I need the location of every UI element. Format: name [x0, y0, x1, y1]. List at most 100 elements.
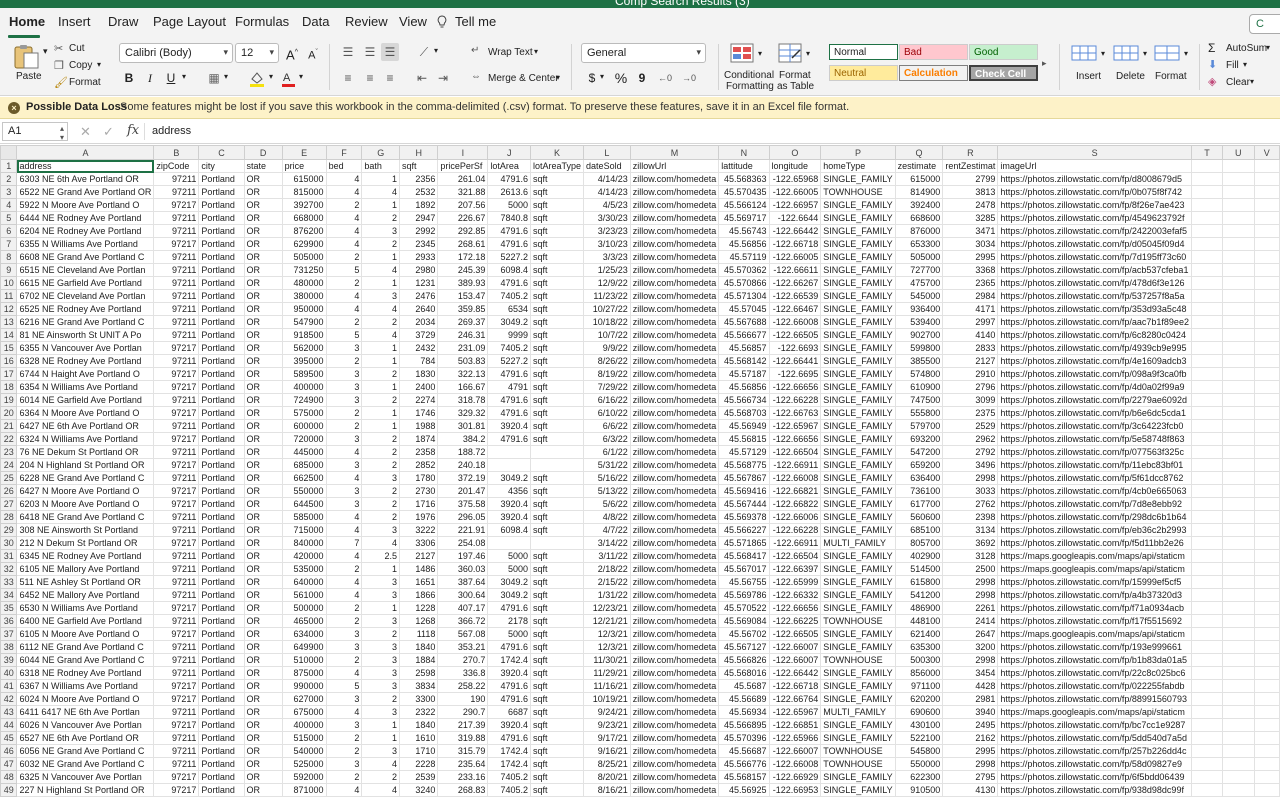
grid-cell[interactable]: 420000 — [281, 549, 327, 563]
grid-cell[interactable]: SINGLE_FAMILY — [820, 692, 896, 706]
grid-cell[interactable]: 620200 — [894, 692, 944, 706]
grid-cell[interactable] — [1221, 510, 1255, 524]
grid-cell[interactable] — [1253, 419, 1280, 433]
row-header[interactable]: 36 — [0, 614, 18, 628]
grid-cell[interactable]: 380000 — [281, 289, 327, 303]
grid-cell[interactable]: Portland — [198, 393, 245, 407]
grid-cell[interactable]: sqft — [530, 497, 585, 511]
grid-cell[interactable] — [1253, 653, 1280, 667]
fill-color-icon[interactable] — [248, 70, 268, 88]
grid-cell[interactable]: 97211 — [153, 224, 200, 238]
grid-cell[interactable]: sqft — [530, 250, 585, 264]
grid-cell[interactable]: 525000 — [281, 757, 327, 771]
grid-cell[interactable] — [1253, 484, 1280, 498]
grid-cell[interactable]: OR — [243, 692, 283, 706]
grid-cell[interactable]: 2432 — [398, 341, 439, 355]
grid-cell[interactable]: -122.66467 — [768, 302, 822, 316]
grid-cell[interactable]: 97211 — [153, 640, 200, 654]
grid-cell[interactable]: zillow.com/homedeta — [629, 666, 720, 680]
header-cell[interactable]: city — [198, 159, 245, 173]
grid-cell[interactable]: 8/26/22 — [583, 354, 631, 368]
grid-cell[interactable]: 4791.6 — [487, 406, 532, 420]
conditional-formatting-caret[interactable]: ▾ — [758, 49, 762, 58]
grid-cell[interactable]: Portland — [198, 198, 245, 212]
grid-cell[interactable]: 2933 — [398, 250, 439, 264]
grid-cell[interactable]: https://photos.zillowstatic.com/fp/5e587… — [997, 432, 1192, 446]
grid-cell[interactable] — [1221, 380, 1255, 394]
grid-cell[interactable]: 2 — [325, 653, 363, 667]
grid-cell[interactable] — [1253, 380, 1280, 394]
grid-cell[interactable]: https://photos.zillowstatic.com/fp/4d0a0… — [997, 380, 1192, 394]
grid-cell[interactable]: -122.66911 — [768, 536, 822, 550]
grid-cell[interactable]: 97211 — [153, 705, 200, 719]
grid-cell[interactable]: Portland — [198, 601, 245, 615]
grid-cell[interactable]: MULTI_FAMILY — [820, 536, 896, 550]
grid-cell[interactable]: 3 — [361, 666, 400, 680]
grid-cell[interactable]: Portland — [198, 419, 245, 433]
format-cells-button[interactable]: Format — [1155, 71, 1187, 82]
grid-cell[interactable]: OR — [243, 562, 283, 576]
grid-cell[interactable]: 876000 — [894, 224, 944, 238]
grid-cell[interactable]: 4 — [325, 289, 363, 303]
grid-cell[interactable]: 45.570362 — [718, 263, 770, 277]
grid-cell[interactable]: OR — [243, 224, 283, 238]
grid-cell[interactable]: https://photos.zillowstatic.com/fp/4939c… — [997, 341, 1192, 355]
grid-cell[interactable]: 45.566124 — [718, 198, 770, 212]
grid-cell[interactable]: sqft — [530, 198, 585, 212]
grid-cell[interactable] — [1221, 237, 1255, 251]
grid-cell[interactable]: 5227.2 — [487, 250, 532, 264]
grid-cell[interactable] — [1221, 458, 1255, 472]
grid-cell[interactable]: 2529 — [942, 419, 999, 433]
grid-cell[interactable]: 97217 — [153, 341, 200, 355]
grid-cell[interactable] — [1221, 536, 1255, 550]
grid-cell[interactable]: 640000 — [281, 575, 327, 589]
grid-cell[interactable]: 2792 — [942, 445, 999, 459]
grid-cell[interactable] — [1190, 237, 1223, 251]
grid-cell[interactable]: 644500 — [281, 497, 327, 511]
grid-cell[interactable]: 5/31/22 — [583, 458, 631, 472]
grid-cell[interactable]: 720000 — [281, 432, 327, 446]
grid-cell[interactable]: SINGLE_FAMILY — [820, 601, 896, 615]
grid-cell[interactable]: 45.567444 — [718, 497, 770, 511]
format-as-table-icon[interactable] — [778, 43, 804, 65]
merge-center-caret[interactable]: ▾ — [556, 73, 560, 82]
grid-cell[interactable]: OR — [243, 367, 283, 381]
column-header[interactable]: E — [281, 145, 327, 160]
grid-cell[interactable]: sqft — [530, 393, 585, 407]
grid-cell[interactable]: OR — [243, 458, 283, 472]
grid-cell[interactable]: 3920.4 — [487, 419, 532, 433]
grid-cell[interactable]: 97211 — [153, 523, 200, 537]
grid-cell[interactable]: 6452 NE Mallory Ave Portland — [16, 588, 155, 602]
grid-cell[interactable]: 5227.2 — [487, 354, 532, 368]
column-header[interactable]: I — [437, 145, 489, 160]
grid-cell[interactable]: SINGLE_FAMILY — [820, 575, 896, 589]
grid-cell[interactable]: 246.31 — [437, 328, 489, 342]
grid-cell[interactable] — [1253, 692, 1280, 706]
grid-cell[interactable]: sqft — [530, 523, 585, 537]
grid-cell[interactable]: 2962 — [942, 432, 999, 446]
grid-cell[interactable] — [1221, 328, 1255, 342]
grid-cell[interactable] — [1253, 640, 1280, 654]
grid-cell[interactable]: 4 — [361, 783, 400, 797]
grid-cell[interactable]: 45.56856 — [718, 237, 770, 251]
grid-cell[interactable]: 2647 — [942, 627, 999, 641]
grid-cell[interactable]: 2478 — [942, 198, 999, 212]
bold-button[interactable]: B — [120, 69, 138, 87]
grid-cell[interactable]: SINGLE_FAMILY — [820, 289, 896, 303]
grid-cell[interactable]: 2997 — [942, 315, 999, 329]
grid-cell[interactable]: 360.03 — [437, 562, 489, 576]
grid-cell[interactable]: zillow.com/homedeta — [629, 640, 720, 654]
grid-cell[interactable]: Portland — [198, 315, 245, 329]
grid-cell[interactable]: 3240 — [398, 783, 439, 797]
grid-cell[interactable]: https://maps.googleapis.com/maps/api/sta… — [997, 627, 1192, 641]
grid-cell[interactable]: 685000 — [281, 458, 327, 472]
grid-cell[interactable]: https://photos.zillowstatic.com/fp/22c8c… — [997, 666, 1192, 680]
row-header[interactable]: 44 — [0, 718, 18, 732]
grid-cell[interactable]: sqft — [530, 575, 585, 589]
grid-cell[interactable]: https://photos.zillowstatic.com/fp/6c828… — [997, 328, 1192, 342]
grid-cell[interactable]: https://photos.zillowstatic.com/fp/acb53… — [997, 263, 1192, 277]
increase-decimal-icon[interactable]: ←0 — [656, 69, 674, 87]
grid-cell[interactable]: 585000 — [281, 510, 327, 524]
grid-cell[interactable]: 2910 — [942, 367, 999, 381]
grid-cell[interactable] — [1253, 432, 1280, 446]
